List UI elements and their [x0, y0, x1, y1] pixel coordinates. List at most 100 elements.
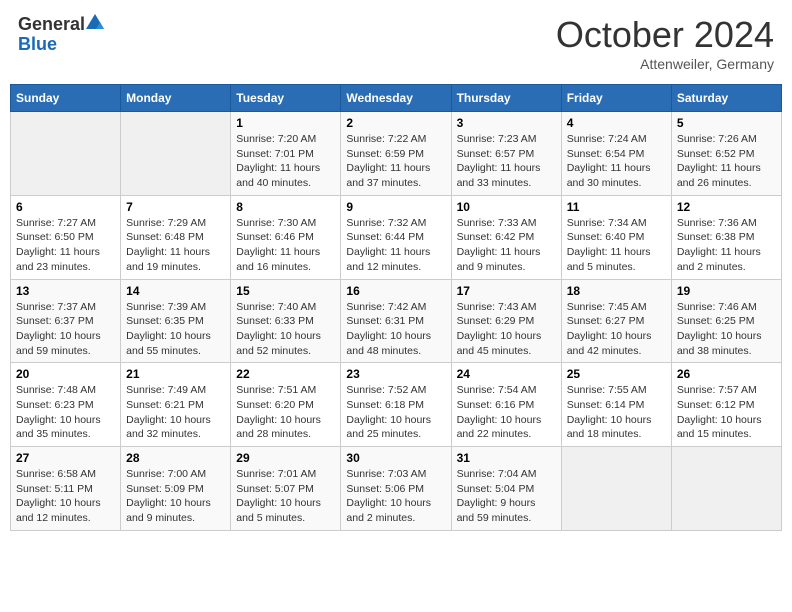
day-info: Sunrise: 7:01 AM Sunset: 5:07 PM Dayligh…: [236, 467, 335, 526]
day-info: Sunrise: 7:34 AM Sunset: 6:40 PM Dayligh…: [567, 216, 666, 275]
weekday-header-row: SundayMondayTuesdayWednesdayThursdayFrid…: [11, 85, 782, 112]
day-number: 2: [346, 116, 445, 130]
calendar-cell: 25 Sunrise: 7:55 AM Sunset: 6:14 PM Dayli…: [561, 363, 671, 447]
calendar-cell: 29 Sunrise: 7:01 AM Sunset: 5:07 PM Dayli…: [231, 447, 341, 531]
day-number: 27: [16, 451, 115, 465]
calendar-table: SundayMondayTuesdayWednesdayThursdayFrid…: [10, 84, 782, 531]
day-number: 29: [236, 451, 335, 465]
logo-icon: [86, 14, 104, 34]
day-info: Sunrise: 7:45 AM Sunset: 6:27 PM Dayligh…: [567, 300, 666, 359]
logo: General Blue: [18, 14, 105, 55]
calendar-week-4: 27 Sunrise: 6:58 AM Sunset: 5:11 PM Dayli…: [11, 447, 782, 531]
day-info: Sunrise: 7:22 AM Sunset: 6:59 PM Dayligh…: [346, 132, 445, 191]
day-number: 13: [16, 284, 115, 298]
day-number: 21: [126, 367, 225, 381]
day-info: Sunrise: 7:03 AM Sunset: 5:06 PM Dayligh…: [346, 467, 445, 526]
weekday-thursday: Thursday: [451, 85, 561, 112]
day-number: 18: [567, 284, 666, 298]
calendar-cell: 21 Sunrise: 7:49 AM Sunset: 6:21 PM Dayli…: [121, 363, 231, 447]
day-number: 26: [677, 367, 776, 381]
calendar-cell: 12 Sunrise: 7:36 AM Sunset: 6:38 PM Dayli…: [671, 195, 781, 279]
day-number: 12: [677, 200, 776, 214]
day-info: Sunrise: 7:57 AM Sunset: 6:12 PM Dayligh…: [677, 383, 776, 442]
page-header: General Blue October 2024 Attenweiler, G…: [10, 10, 782, 76]
day-info: Sunrise: 7:29 AM Sunset: 6:48 PM Dayligh…: [126, 216, 225, 275]
day-number: 16: [346, 284, 445, 298]
calendar-cell: 13 Sunrise: 7:37 AM Sunset: 6:37 PM Dayli…: [11, 279, 121, 363]
day-info: Sunrise: 7:00 AM Sunset: 5:09 PM Dayligh…: [126, 467, 225, 526]
day-info: Sunrise: 6:58 AM Sunset: 5:11 PM Dayligh…: [16, 467, 115, 526]
day-info: Sunrise: 7:40 AM Sunset: 6:33 PM Dayligh…: [236, 300, 335, 359]
day-number: 6: [16, 200, 115, 214]
day-info: Sunrise: 7:54 AM Sunset: 6:16 PM Dayligh…: [457, 383, 556, 442]
calendar-cell: 16 Sunrise: 7:42 AM Sunset: 6:31 PM Dayli…: [341, 279, 451, 363]
day-info: Sunrise: 7:46 AM Sunset: 6:25 PM Dayligh…: [677, 300, 776, 359]
calendar-cell: 11 Sunrise: 7:34 AM Sunset: 6:40 PM Dayli…: [561, 195, 671, 279]
day-number: 8: [236, 200, 335, 214]
day-number: 11: [567, 200, 666, 214]
calendar-cell: 17 Sunrise: 7:43 AM Sunset: 6:29 PM Dayli…: [451, 279, 561, 363]
calendar-cell: 10 Sunrise: 7:33 AM Sunset: 6:42 PM Dayli…: [451, 195, 561, 279]
day-info: Sunrise: 7:33 AM Sunset: 6:42 PM Dayligh…: [457, 216, 556, 275]
day-info: Sunrise: 7:43 AM Sunset: 6:29 PM Dayligh…: [457, 300, 556, 359]
calendar-cell: 2 Sunrise: 7:22 AM Sunset: 6:59 PM Daylig…: [341, 112, 451, 196]
day-info: Sunrise: 7:26 AM Sunset: 6:52 PM Dayligh…: [677, 132, 776, 191]
day-number: 1: [236, 116, 335, 130]
day-info: Sunrise: 7:27 AM Sunset: 6:50 PM Dayligh…: [16, 216, 115, 275]
day-number: 9: [346, 200, 445, 214]
calendar-week-3: 20Sunrise: 7:48 AM Sunset: 6:23 PM Dayli…: [11, 363, 782, 447]
title-block: October 2024 Attenweiler, Germany: [556, 14, 774, 72]
logo-blue-text: Blue: [18, 34, 57, 55]
day-info: Sunrise: 7:20 AM Sunset: 7:01 PM Dayligh…: [236, 132, 335, 191]
day-number: 15: [236, 284, 335, 298]
day-info: Sunrise: 7:49 AM Sunset: 6:21 PM Dayligh…: [126, 383, 225, 442]
day-number: 4: [567, 116, 666, 130]
weekday-monday: Monday: [121, 85, 231, 112]
calendar-cell: 6 Sunrise: 7:27 AM Sunset: 6:50 PM Daylig…: [11, 195, 121, 279]
day-number: 19: [677, 284, 776, 298]
calendar-cell: 24Sunrise: 7:54 AM Sunset: 6:16 PM Dayli…: [451, 363, 561, 447]
day-number: 7: [126, 200, 225, 214]
month-title: October 2024: [556, 14, 774, 56]
calendar-cell: 18 Sunrise: 7:45 AM Sunset: 6:27 PM Dayli…: [561, 279, 671, 363]
day-number: 25: [567, 367, 666, 381]
day-info: Sunrise: 7:37 AM Sunset: 6:37 PM Dayligh…: [16, 300, 115, 359]
day-info: Sunrise: 7:42 AM Sunset: 6:31 PM Dayligh…: [346, 300, 445, 359]
calendar-cell: 1 Sunrise: 7:20 AM Sunset: 7:01 PM Daylig…: [231, 112, 341, 196]
calendar-cell: 14 Sunrise: 7:39 AM Sunset: 6:35 PM Dayli…: [121, 279, 231, 363]
day-number: 30: [346, 451, 445, 465]
day-info: Sunrise: 7:04 AM Sunset: 5:04 PM Dayligh…: [457, 467, 556, 526]
day-info: Sunrise: 7:55 AM Sunset: 6:14 PM Dayligh…: [567, 383, 666, 442]
calendar-body: 1 Sunrise: 7:20 AM Sunset: 7:01 PM Daylig…: [11, 112, 782, 531]
day-number: 28: [126, 451, 225, 465]
weekday-tuesday: Tuesday: [231, 85, 341, 112]
day-info: Sunrise: 7:36 AM Sunset: 6:38 PM Dayligh…: [677, 216, 776, 275]
calendar-week-2: 13 Sunrise: 7:37 AM Sunset: 6:37 PM Dayli…: [11, 279, 782, 363]
day-number: 5: [677, 116, 776, 130]
calendar-cell: [561, 447, 671, 531]
calendar-cell: 5 Sunrise: 7:26 AM Sunset: 6:52 PM Daylig…: [671, 112, 781, 196]
day-number: 3: [457, 116, 556, 130]
calendar-cell: 19 Sunrise: 7:46 AM Sunset: 6:25 PM Dayli…: [671, 279, 781, 363]
day-info: Sunrise: 7:51 AM Sunset: 6:20 PM Dayligh…: [236, 383, 335, 442]
day-info: Sunrise: 7:24 AM Sunset: 6:54 PM Dayligh…: [567, 132, 666, 191]
calendar-cell: 7 Sunrise: 7:29 AM Sunset: 6:48 PM Daylig…: [121, 195, 231, 279]
day-info: Sunrise: 7:52 AM Sunset: 6:18 PM Dayligh…: [346, 383, 445, 442]
calendar-cell: 31Sunrise: 7:04 AM Sunset: 5:04 PM Dayli…: [451, 447, 561, 531]
day-number: 14: [126, 284, 225, 298]
day-info: Sunrise: 7:30 AM Sunset: 6:46 PM Dayligh…: [236, 216, 335, 275]
calendar-cell: 3Sunrise: 7:23 AM Sunset: 6:57 PM Daylig…: [451, 112, 561, 196]
calendar-cell: 15 Sunrise: 7:40 AM Sunset: 6:33 PM Dayli…: [231, 279, 341, 363]
day-number: 20: [16, 367, 115, 381]
calendar-week-0: 1 Sunrise: 7:20 AM Sunset: 7:01 PM Daylig…: [11, 112, 782, 196]
day-number: 17: [457, 284, 556, 298]
day-number: 22: [236, 367, 335, 381]
calendar-week-1: 6 Sunrise: 7:27 AM Sunset: 6:50 PM Daylig…: [11, 195, 782, 279]
calendar-cell: 20Sunrise: 7:48 AM Sunset: 6:23 PM Dayli…: [11, 363, 121, 447]
day-number: 10: [457, 200, 556, 214]
day-info: Sunrise: 7:39 AM Sunset: 6:35 PM Dayligh…: [126, 300, 225, 359]
day-number: 23: [346, 367, 445, 381]
calendar-header: SundayMondayTuesdayWednesdayThursdayFrid…: [11, 85, 782, 112]
calendar-cell: 8 Sunrise: 7:30 AM Sunset: 6:46 PM Daylig…: [231, 195, 341, 279]
calendar-cell: [121, 112, 231, 196]
